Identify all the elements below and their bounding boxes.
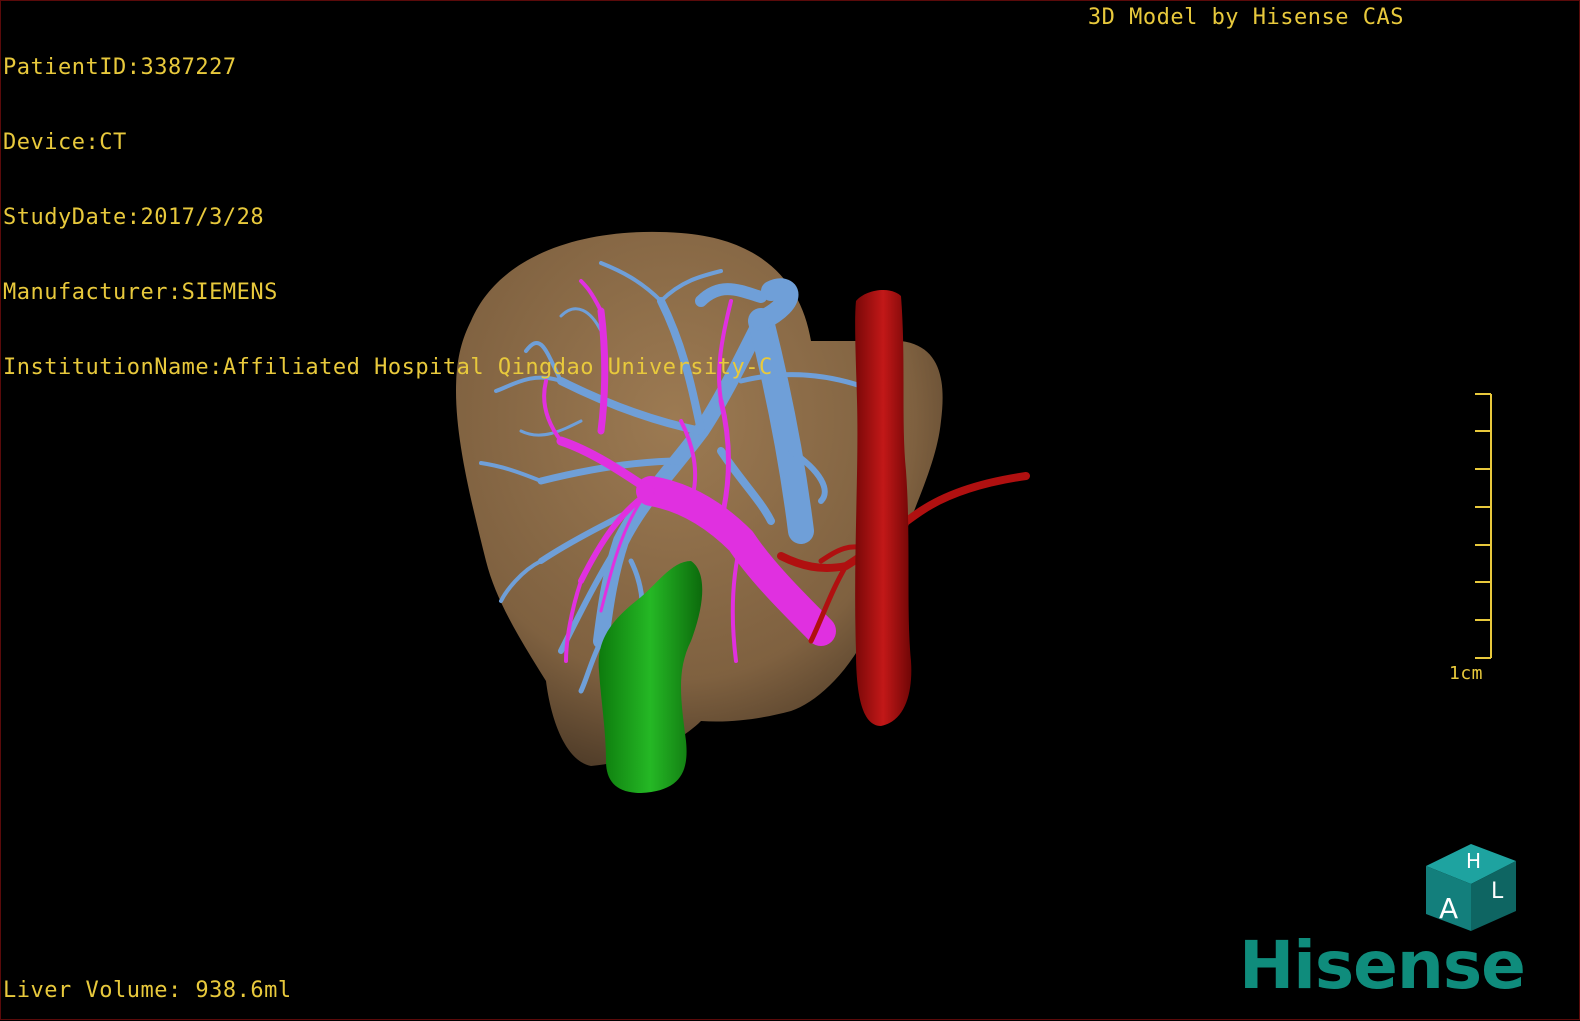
scale-bar bbox=[1475, 393, 1492, 659]
cube-top-label: H bbox=[1466, 849, 1481, 873]
orientation-cube-icon[interactable]: H A L bbox=[1421, 836, 1521, 936]
cube-side-label: L bbox=[1491, 879, 1504, 904]
study-date: StudyDate:2017/3/28 bbox=[3, 205, 265, 230]
3d-viewport[interactable]: PatientID:3387227 Device:CT StudyDate:20… bbox=[0, 0, 1580, 1020]
manufacturer: Manufacturer:SIEMENS bbox=[3, 280, 278, 305]
hisense-logo: Hisense bbox=[1239, 927, 1526, 1004]
device: Device:CT bbox=[3, 130, 127, 155]
inferior-vena-cava bbox=[855, 289, 912, 726]
liver-volume: Liver Volume: 938.6ml bbox=[3, 978, 292, 1003]
dicom-info-overlay: PatientID:3387227 Device:CT StudyDate:20… bbox=[3, 5, 773, 430]
institution-name: InstitutionName:Affiliated Hospital Qing… bbox=[3, 355, 773, 380]
patient-id: PatientID:3387227 bbox=[3, 55, 237, 80]
scale-bar-label: 1cm bbox=[1449, 663, 1484, 684]
cube-front-label: A bbox=[1439, 892, 1458, 925]
model-brand-text: 3D Model by Hisense CAS bbox=[1087, 5, 1404, 30]
